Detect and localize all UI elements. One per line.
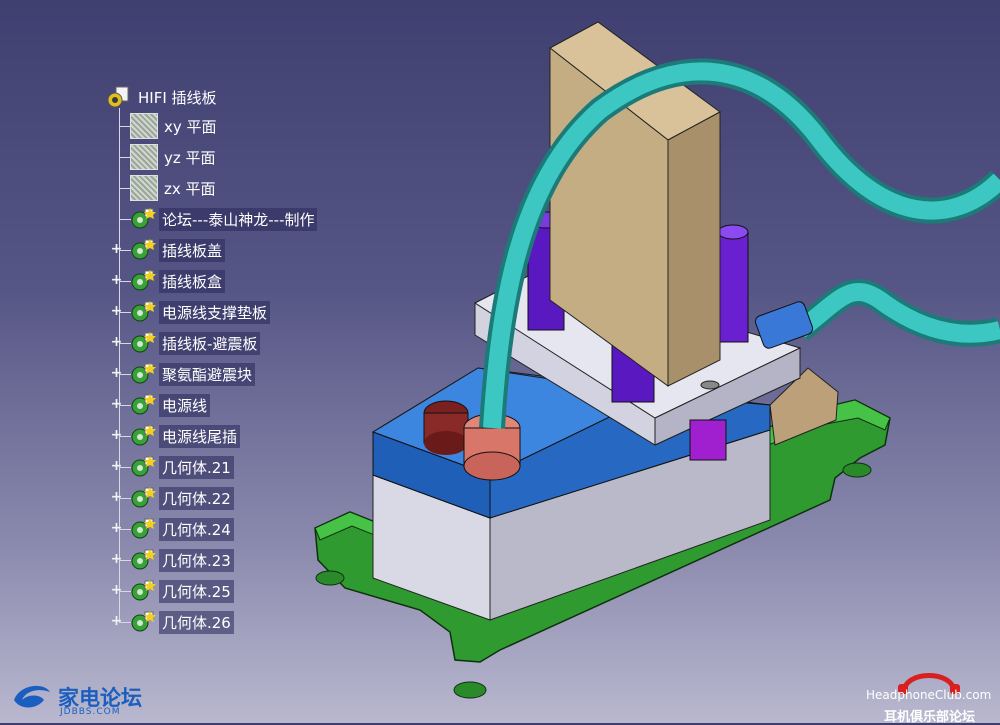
expand-icon[interactable]: + [110, 273, 123, 287]
tree-node-label: 几何体.23 [159, 548, 234, 572]
part-body-icon [130, 269, 156, 293]
tree-node-label: zx 平面 [164, 179, 216, 198]
tree-root[interactable]: HIFI 插线板 [106, 84, 220, 110]
tree-node-label: 几何体.24 [159, 517, 234, 541]
tree-node-5[interactable]: + 插线板盖 [111, 237, 226, 263]
tree-node-6[interactable]: + 插线板盒 [111, 268, 226, 294]
tree-node-label: 几何体.21 [159, 455, 234, 479]
expand-icon[interactable]: + [110, 614, 123, 628]
tree-node-14[interactable]: + 几何体.24 [111, 516, 234, 542]
expand-icon[interactable]: + [110, 366, 123, 380]
part-body-icon [130, 517, 156, 541]
expand-icon[interactable]: + [110, 335, 123, 349]
tree-node-label: 电源线尾插 [159, 424, 241, 448]
left-brand-sub: JDBBS.COM [60, 707, 121, 717]
tree-node-15[interactable]: + 几何体.23 [111, 547, 234, 573]
plane-icon [130, 144, 158, 170]
part-body-icon [130, 424, 156, 448]
expand-icon[interactable]: + [110, 428, 123, 442]
tree-node-2[interactable]: yz 平面 [130, 144, 219, 170]
tree-node-4[interactable]: 论坛---泰山神龙---制作 [130, 206, 318, 232]
jdbbs-logo-icon [14, 685, 50, 708]
tree-node-1[interactable]: xy 平面 [130, 113, 220, 139]
expand-icon[interactable]: + [110, 583, 123, 597]
expand-icon[interactable]: + [110, 490, 123, 504]
plane-icon [130, 113, 158, 139]
part-body-icon [130, 238, 156, 262]
tree-node-label: 几何体.26 [159, 610, 234, 634]
part-body-icon [130, 300, 156, 324]
tree-node-12[interactable]: + 几何体.21 [111, 454, 234, 480]
part-body-icon [130, 207, 156, 231]
tree-node-8[interactable]: + 插线板-避震板 [111, 330, 261, 356]
3d-viewport[interactable]: HIFI 插线板 xy 平面 yz 平面 zx 平面论坛---泰山神龙---制作 + 插线… [0, 0, 1000, 725]
tree-node-label: 电源线 [159, 393, 211, 417]
tree-node-13[interactable]: + 几何体.22 [111, 485, 234, 511]
right-watermark: HeadphoneClub.com 耳机俱乐部论坛 [860, 664, 998, 725]
tree-node-label: 插线板盖 [159, 238, 226, 262]
tree-node-label: 聚氨酯避震块 [159, 362, 256, 386]
part-body-icon [130, 486, 156, 510]
expand-icon[interactable]: + [110, 552, 123, 566]
tree-node-label: 几何体.22 [159, 486, 234, 510]
expand-icon[interactable]: + [110, 304, 123, 318]
tree-node-label: 插线板盒 [159, 269, 226, 293]
part-body-icon [130, 548, 156, 572]
expand-icon[interactable]: + [110, 521, 123, 535]
expand-icon[interactable]: + [110, 397, 123, 411]
right-brand-sub: 耳机俱乐部论坛 [884, 710, 976, 725]
tree-node-label: xy 平面 [164, 117, 217, 136]
tree-node-label: 电源线支撑垫板 [159, 300, 271, 324]
part-body-icon [130, 610, 156, 634]
part-body-icon [130, 331, 156, 355]
tree-node-9[interactable]: + 聚氨酯避震块 [111, 361, 256, 387]
tree-node-3[interactable]: zx 平面 [130, 175, 219, 201]
tree-node-label: 插线板-避震板 [159, 331, 261, 355]
specification-tree: HIFI 插线板 xy 平面 yz 平面 zx 平面论坛---泰山神龙---制作 + 插线… [0, 0, 380, 660]
plane-icon [130, 175, 158, 201]
part-body-icon [130, 455, 156, 479]
left-watermark: 家电论坛 JDBBS.COM [10, 680, 150, 720]
expand-icon[interactable]: + [110, 242, 123, 256]
tree-node-11[interactable]: + 电源线尾插 [111, 423, 241, 449]
expand-icon[interactable]: + [110, 459, 123, 473]
part-body-icon [130, 393, 156, 417]
tree-root-label: HIFI 插线板 [138, 88, 217, 107]
part-body-icon [130, 579, 156, 603]
tree-node-7[interactable]: + 电源线支撑垫板 [111, 299, 271, 325]
product-icon [106, 85, 132, 109]
right-brand-text: HeadphoneClub.com [866, 688, 992, 702]
tree-node-16[interactable]: + 几何体.25 [111, 578, 234, 604]
tree-node-label: 论坛---泰山神龙---制作 [159, 207, 318, 231]
tree-node-label: 几何体.25 [159, 579, 234, 603]
tree-node-label: yz 平面 [164, 148, 216, 167]
part-body-icon [130, 362, 156, 386]
tree-node-17[interactable]: + 几何体.26 [111, 609, 234, 635]
tree-node-10[interactable]: + 电源线 [111, 392, 211, 418]
